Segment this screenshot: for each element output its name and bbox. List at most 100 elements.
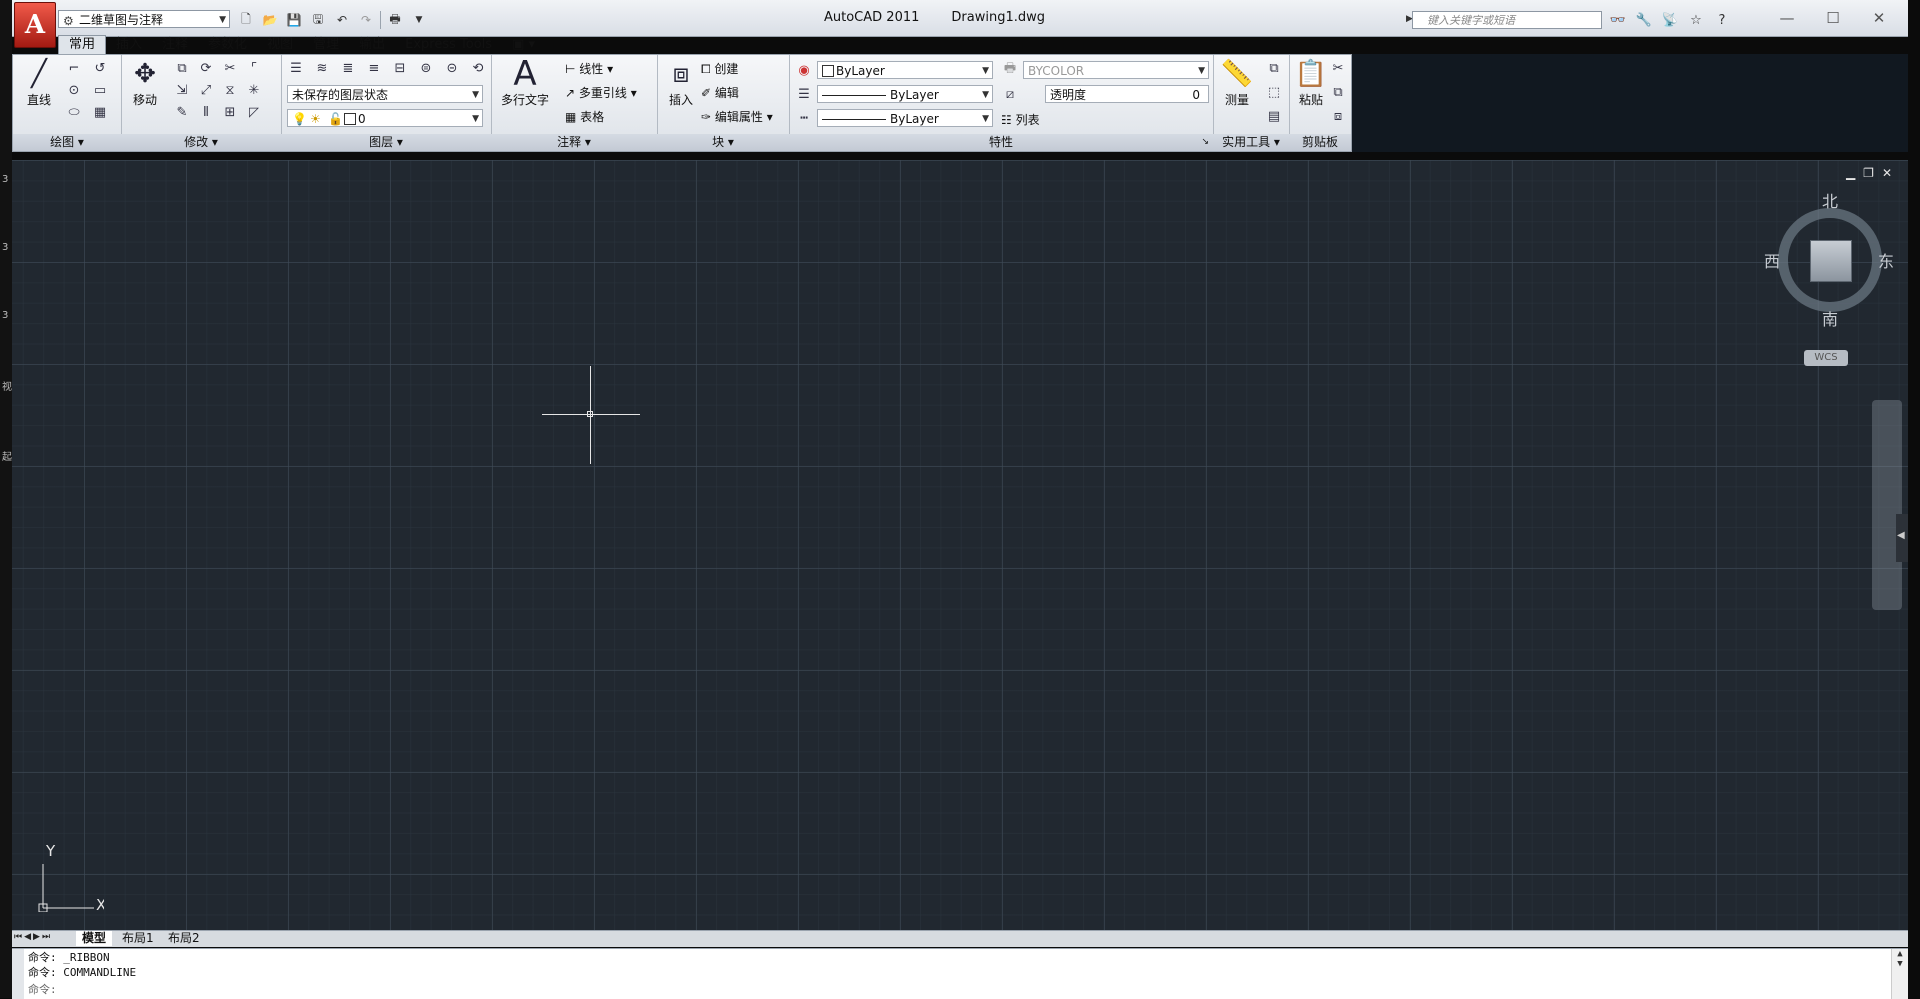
close-button[interactable]: ✕ — [1856, 6, 1902, 30]
application-menu-button[interactable]: A — [14, 2, 56, 48]
drawing-canvas[interactable]: ▁ ❐ ✕ 北 南 东 西 WCS ◀ Y X — [12, 160, 1908, 930]
mirror-icon[interactable]: ⧖ — [219, 79, 241, 101]
quick-select-icon[interactable]: ⧉ — [1263, 57, 1285, 79]
binoculars-icon[interactable]: 👓 — [1608, 10, 1628, 30]
compass-north[interactable]: 北 — [1822, 188, 1838, 212]
tab-home[interactable]: 常用 — [58, 35, 107, 54]
layer-walk-icon[interactable]: ⊜ — [415, 57, 437, 79]
linetype-icon[interactable]: ┅ — [793, 107, 815, 129]
chevron-down-icon[interactable]: ▼ — [409, 10, 429, 30]
create-block-button[interactable]: ⧠ 创建 — [701, 60, 738, 77]
first-layout-icon[interactable]: ⏮ — [14, 932, 22, 942]
line-button[interactable]: ╱ 直线 — [17, 57, 61, 108]
circle-icon[interactable]: ⊙ — [63, 79, 85, 101]
modify-panel-title[interactable]: 修改 ▾ — [121, 134, 281, 151]
stretch-icon[interactable]: ⇲ — [171, 79, 193, 101]
prev-layout-icon[interactable]: ◀ — [24, 932, 31, 942]
rotate-icon[interactable]: ⟳ — [195, 57, 217, 79]
properties-panel-title[interactable]: 特性 ↘ — [789, 134, 1213, 151]
match-icon[interactable]: ⧈ — [1327, 105, 1349, 127]
redo-icon[interactable]: ↷ — [356, 10, 376, 30]
transparency-field[interactable]: 透明度 0 — [1045, 85, 1209, 103]
wcs-menu-button[interactable]: WCS — [1804, 350, 1848, 366]
cut-icon[interactable]: ✂ — [1327, 57, 1349, 79]
offset-icon[interactable]: ⫴ — [195, 101, 217, 123]
viewport-close-button[interactable]: ✕ — [1882, 166, 1892, 180]
plotstyle-combo[interactable]: BYCOLOR ▼ — [1023, 61, 1209, 79]
fillet-icon[interactable]: ⌜ — [243, 57, 265, 79]
tab-express-tools[interactable]: Express Tools — [395, 36, 502, 54]
annotation-panel-title[interactable]: 注释 ▾ — [491, 134, 657, 151]
edit-block-button[interactable]: ✐ 编辑 — [701, 84, 739, 101]
tab-layout2[interactable]: 布局2 — [162, 931, 206, 946]
favorites-icon[interactable]: ☆ — [1686, 10, 1706, 30]
subscription-icon[interactable]: 🔧 — [1634, 10, 1654, 30]
tab-insert[interactable]: 插入 — [106, 36, 152, 54]
compass-east[interactable]: 东 — [1878, 248, 1894, 272]
viewport-restore-button[interactable]: ❐ — [1863, 166, 1874, 180]
edit-attributes-button[interactable]: ✑ 编辑属性 ▾ — [701, 108, 773, 125]
minimize-button[interactable]: — — [1764, 6, 1810, 30]
utilities-panel-title[interactable]: 实用工具 ▾ — [1213, 134, 1289, 151]
layer-state-combo[interactable]: 未保存的图层状态 ▼ — [287, 85, 483, 103]
search-input[interactable]: 键入关键字或短语 — [1412, 11, 1602, 29]
layer-freeze-icon[interactable]: ≡ — [363, 57, 385, 79]
mleader-button[interactable]: ↗ 多重引线 ▾ — [565, 84, 637, 101]
layer-lock-icon[interactable]: ⊟ — [389, 57, 411, 79]
linetype-combo[interactable]: ByLayer ▼ — [817, 109, 993, 127]
mtext-button[interactable]: A 多行文字 — [499, 57, 551, 108]
scale-icon[interactable]: ⤢ — [195, 79, 217, 101]
table-button[interactable]: ▦ 表格 — [565, 108, 604, 125]
layer-properties-icon[interactable]: ☰ — [285, 57, 307, 79]
chamfer-icon[interactable]: ◸ — [243, 101, 265, 123]
erase-icon[interactable]: ✎ — [171, 101, 193, 123]
color-combo[interactable]: ByLayer ▼ — [817, 61, 993, 79]
explode-icon[interactable]: ✳ — [243, 79, 265, 101]
navigation-bar[interactable] — [1872, 400, 1902, 610]
polyline-icon[interactable]: ⌐ — [63, 57, 85, 79]
layer-combo[interactable]: 💡 ☀ 🔓 0 ▼ — [287, 109, 483, 127]
tab-parametric[interactable]: 参数化 — [198, 36, 257, 54]
tab-view[interactable]: 视图 — [257, 36, 303, 54]
draw-panel-title[interactable]: 绘图 ▾ — [13, 134, 121, 151]
tab-layout1[interactable]: 布局1 — [116, 931, 160, 946]
copy-icon[interactable]: ⧉ — [1327, 81, 1349, 103]
measure-button[interactable]: 📏 测量 — [1215, 57, 1259, 108]
move-button[interactable]: ✥ 移动 — [123, 57, 167, 108]
viewcube-top-face[interactable] — [1810, 240, 1852, 282]
rectangle-icon[interactable]: ▭ — [89, 79, 111, 101]
next-layout-icon[interactable]: ▶ — [33, 932, 40, 942]
copy-icon[interactable]: ⧉ — [171, 57, 193, 79]
arc-icon[interactable]: ↺ — [89, 57, 111, 79]
workspace-select[interactable]: ⚙ 二维草图与注释 ▼ — [58, 10, 230, 28]
maximize-button[interactable]: ☐ — [1810, 6, 1856, 30]
layer-match-icon[interactable]: ⊝ — [441, 57, 463, 79]
array-icon[interactable]: ⊞ — [219, 101, 241, 123]
viewcube[interactable]: 北 南 东 西 — [1760, 190, 1900, 330]
ellipse-icon[interactable]: ⬭ — [63, 101, 85, 123]
tab-manage[interactable]: 管理 — [303, 36, 349, 54]
match-properties-icon[interactable]: ◉ — [793, 59, 815, 81]
tab-annotate[interactable]: 注释 — [152, 36, 198, 54]
saveas-icon[interactable]: 🖫 — [308, 10, 328, 30]
compass-south[interactable]: 南 — [1822, 306, 1838, 330]
hatch-icon[interactable]: ▦ — [89, 101, 111, 123]
tab-model[interactable]: 模型 — [76, 931, 113, 946]
save-icon[interactable]: 💾 — [284, 10, 304, 30]
undo-icon[interactable]: ↶ — [332, 10, 352, 30]
open-icon[interactable]: 📂 — [260, 10, 280, 30]
transparency-icon[interactable]: ⧄ — [999, 83, 1021, 105]
camera-icon[interactable]: ▣ ▾ — [502, 36, 545, 54]
navbar-collapse-tab[interactable]: ◀ — [1896, 514, 1908, 562]
layer-off-icon[interactable]: ≣ — [337, 57, 359, 79]
tab-output[interactable]: 输出 — [349, 36, 395, 54]
linear-dim-button[interactable]: ⊢ 线性 ▾ — [565, 60, 613, 77]
compass-west[interactable]: 西 — [1764, 248, 1780, 272]
last-layout-icon[interactable]: ⏭ — [42, 932, 50, 942]
command-prompt[interactable]: 命令: — [28, 983, 57, 997]
new-icon[interactable]: 🗋 — [236, 10, 256, 30]
block-panel-title[interactable]: 块 ▾ — [657, 134, 789, 151]
select-all-icon[interactable]: ⬚ — [1263, 81, 1285, 103]
list-button[interactable]: ☷ 列表 — [1001, 111, 1040, 128]
insert-block-button[interactable]: ⧈ 插入 — [659, 57, 703, 108]
